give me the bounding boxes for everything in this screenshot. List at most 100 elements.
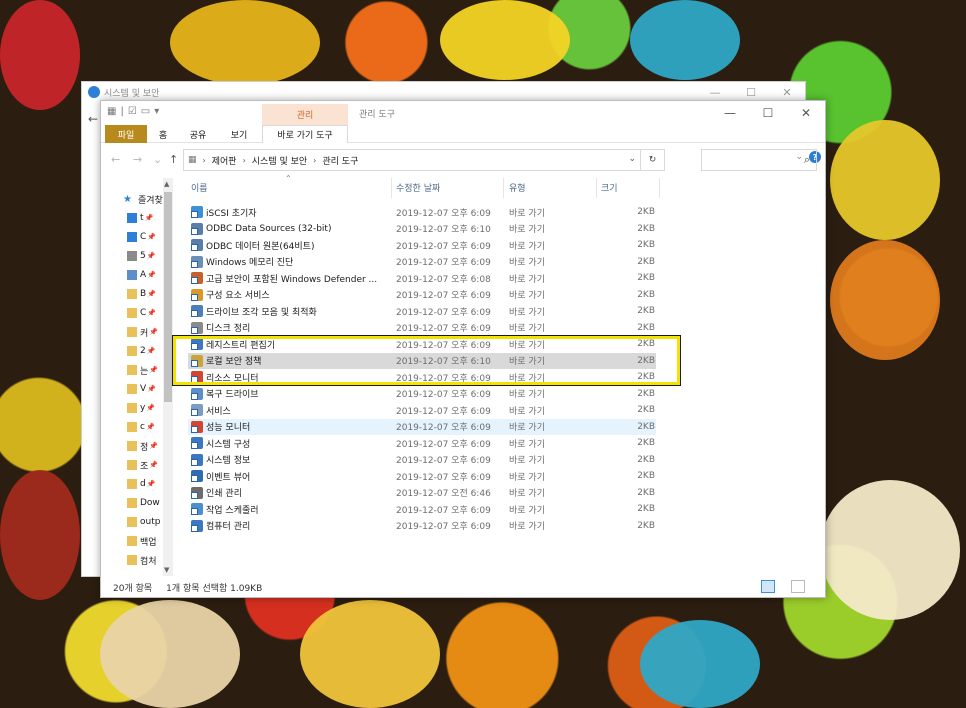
breadcrumb-separator-icon[interactable]: ›	[313, 156, 316, 165]
new-folder-icon[interactable]: ▭	[141, 106, 150, 117]
pin-icon[interactable]: 📌	[147, 290, 156, 298]
pin-icon[interactable]: 📌	[149, 442, 158, 450]
scrollbar-thumb[interactable]	[164, 192, 172, 402]
maximize-button[interactable]: ☐	[749, 101, 787, 125]
pin-icon[interactable]: 📌	[149, 461, 158, 469]
tab-file[interactable]: 파일	[105, 125, 147, 143]
refresh-icon[interactable]: ↻	[640, 150, 664, 170]
pin-icon[interactable]: 📌	[147, 271, 156, 279]
column-header-type[interactable]: 유형	[509, 178, 526, 196]
column-header-size[interactable]: 크기	[601, 178, 618, 196]
file-row[interactable]: 컴퓨터 관리 2019-12-07 오후 6:09 바로 가기 2KB	[188, 518, 656, 534]
breadcrumb-system-security[interactable]: 시스템 및 보안	[252, 154, 307, 167]
nav-item[interactable]: 컴처	[127, 552, 157, 568]
large-icons-view-button[interactable]	[791, 580, 805, 593]
nav-item[interactable]: 5 📌	[127, 248, 155, 264]
file-name-text: ODBC 데이터 원본(64비트)	[206, 241, 315, 252]
scroll-down-icon[interactable]: ▼	[164, 566, 169, 574]
file-row[interactable]: ODBC 데이터 원본(64비트) 2019-12-07 오후 6:09 바로 가기…	[188, 237, 656, 253]
back-arrow-icon[interactable]: ←	[111, 153, 120, 166]
file-row[interactable]: 고급 보안이 포함된 Windows Defender ... 2019-12-0…	[188, 270, 656, 286]
scroll-up-icon[interactable]: ▲	[164, 180, 169, 188]
breadcrumb-control-panel[interactable]: 제어판	[212, 154, 237, 167]
file-name-text: 복구 드라이브	[206, 390, 259, 400]
breadcrumb-admin-tools[interactable]: 관리 도구	[322, 154, 358, 167]
nav-item[interactable]: C 📌	[127, 229, 156, 245]
column-divider[interactable]	[659, 178, 660, 198]
file-row[interactable]: 시스템 정보 2019-12-07 오후 6:09 바로 가기 2KB	[188, 452, 656, 468]
breadcrumb-separator-icon[interactable]: ›	[243, 156, 246, 165]
nav-item[interactable]: 2 📌	[127, 343, 155, 359]
file-row[interactable]: 서비스 2019-12-07 오후 6:09 바로 가기 2KB	[188, 402, 656, 418]
file-row[interactable]: 시스템 구성 2019-12-07 오후 6:09 바로 가기 2KB	[188, 435, 656, 451]
pin-icon[interactable]: 📌	[147, 385, 156, 393]
column-header-date[interactable]: 수정한 날짜	[396, 178, 440, 196]
nav-item[interactable]: y 📌	[127, 400, 155, 416]
file-type-text: 바로 가기	[509, 225, 545, 235]
navigation-scrollbar[interactable]: ▲ ▼	[163, 178, 173, 576]
file-row[interactable]: 성능 모니터 2019-12-07 오후 6:09 바로 가기 2KB	[188, 418, 656, 435]
file-row[interactable]: ODBC Data Sources (32-bit) 2019-12-07 오후 …	[188, 221, 656, 237]
column-header-name[interactable]: 이름	[191, 178, 208, 196]
pin-icon[interactable]: 📌	[147, 252, 156, 260]
tab-shortcut-tools[interactable]: 바로 가기 도구	[262, 125, 348, 143]
column-divider[interactable]	[596, 178, 597, 198]
background-close-button[interactable]: ✕	[769, 82, 805, 102]
nav-item[interactable]: 조 📌	[127, 457, 158, 473]
pin-icon[interactable]: 📌	[146, 404, 155, 412]
background-maximize-button[interactable]: ☐	[733, 82, 769, 102]
file-row[interactable]: 복구 드라이브 2019-12-07 오후 6:09 바로 가기 2KB	[188, 386, 656, 402]
nav-item[interactable]: 커 📌	[127, 324, 158, 340]
recent-dropdown-icon[interactable]: ⌄	[153, 153, 162, 166]
pin-icon[interactable]: 📌	[147, 480, 156, 488]
nav-item[interactable]: A 📌	[127, 267, 156, 283]
shortcut-icon	[191, 486, 203, 499]
folder-shortcut-icon[interactable]: ▦	[107, 106, 116, 117]
file-row[interactable]: 구성 요소 서비스 2019-12-07 오후 6:09 바로 가기 2KB	[188, 287, 656, 303]
file-row[interactable]: 이벤트 뷰어 2019-12-07 오후 6:09 바로 가기 2KB	[188, 468, 656, 484]
nav-item[interactable]: 는 📌	[127, 362, 158, 378]
nav-item[interactable]: Dow	[127, 495, 160, 511]
nav-item[interactable]: d 📌	[127, 476, 155, 492]
pin-icon[interactable]: 📌	[149, 366, 158, 374]
file-row[interactable]: 인쇄 관리 2019-12-07 오전 6:46 바로 가기 2KB	[188, 485, 656, 501]
nav-item[interactable]: V 📌	[127, 381, 156, 397]
minimize-button[interactable]: —	[711, 101, 749, 125]
details-view-button[interactable]	[761, 580, 775, 593]
column-divider[interactable]	[391, 178, 392, 198]
pin-icon[interactable]: 📌	[149, 328, 158, 336]
nav-item[interactable]: outp	[127, 514, 160, 530]
forward-arrow-icon[interactable]: →	[133, 153, 142, 166]
nav-item[interactable]: c 📌	[127, 419, 155, 435]
column-divider[interactable]	[503, 178, 504, 198]
back-arrow-icon[interactable]: ←	[88, 112, 98, 126]
nav-item[interactable]: 백업	[127, 533, 157, 549]
file-row[interactable]: 드라이브 조각 모음 및 최적화 2019-12-07 오후 6:09 바로 가기 2…	[188, 303, 656, 319]
customize-toolbar-icon[interactable]: ▾	[154, 106, 159, 117]
search-input[interactable]: ⌕	[701, 149, 817, 171]
nav-item[interactable]: C 📌	[127, 305, 156, 321]
pin-icon[interactable]: 📌	[146, 423, 155, 431]
nav-item[interactable]: ★ 즐겨찾	[123, 191, 163, 207]
breadcrumb-separator-icon[interactable]: ›	[203, 156, 206, 165]
file-row[interactable]: iSCSI 초기자 2019-12-07 오후 6:09 바로 가기 2KB	[188, 204, 656, 220]
up-arrow-icon[interactable]: ↑	[169, 153, 178, 166]
pin-icon[interactable]: 📌	[147, 309, 156, 317]
nav-item[interactable]: B 📌	[127, 286, 156, 302]
tab-view[interactable]: 보기	[225, 125, 253, 143]
tab-share[interactable]: 공유	[185, 125, 211, 143]
tab-home[interactable]: 홈	[151, 125, 175, 143]
properties-icon[interactable]: ☑	[128, 106, 137, 117]
close-button[interactable]: ✕	[787, 101, 825, 125]
nav-item[interactable]: 정 📌	[127, 438, 158, 454]
address-bar[interactable]: ▦ › 제어판 › 시스템 및 보안 › 관리 도구 ⌄ ↻	[183, 149, 665, 171]
background-minimize-button[interactable]: —	[697, 82, 733, 102]
pin-icon[interactable]: 📌	[145, 214, 154, 222]
pin-icon[interactable]: 📌	[147, 233, 156, 241]
file-row[interactable]: Windows 메모리 진단 2019-12-07 오후 6:09 바로 가기 2KB	[188, 254, 656, 270]
address-dropdown-icon[interactable]: ⌄	[628, 154, 636, 164]
file-row[interactable]: 작업 스케줄러 2019-12-07 오후 6:09 바로 가기 2KB	[188, 501, 656, 517]
file-row[interactable]: 디스크 정리 2019-12-07 오후 6:09 바로 가기 2KB	[188, 320, 656, 336]
pin-icon[interactable]: 📌	[147, 347, 156, 355]
nav-item[interactable]: t 📌	[127, 210, 153, 226]
